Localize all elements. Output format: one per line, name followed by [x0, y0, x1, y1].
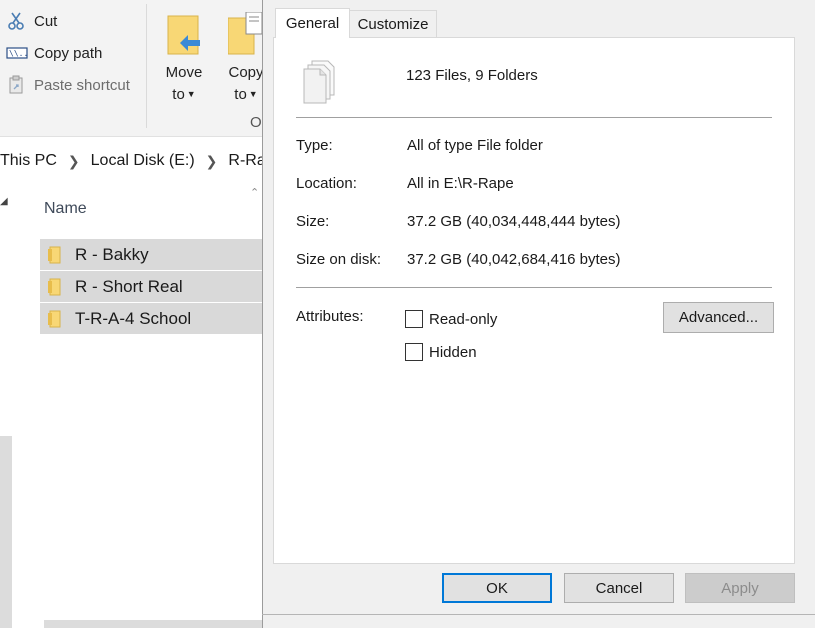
file-name: R - Bakky — [75, 244, 149, 264]
hidden-checkbox[interactable]: Hidden — [405, 343, 477, 361]
folder-icon — [48, 246, 62, 264]
cut-label: Cut — [34, 12, 58, 30]
advanced-button[interactable]: Advanced... — [663, 302, 774, 333]
general-tab-panel: 123 Files, 9 Folders Type: All of type F… — [273, 37, 795, 564]
checkbox-box[interactable] — [405, 310, 423, 328]
expand-arrow-icon[interactable]: ◢ — [0, 196, 8, 207]
move-to-label: Move — [165, 64, 203, 81]
multiple-files-icon — [300, 59, 340, 107]
folder-icon — [48, 310, 62, 328]
file-name: R - Short Real — [75, 276, 183, 296]
svg-text:\\...: \\... — [9, 49, 28, 58]
selection-summary: 123 Files, 9 Folders — [406, 67, 538, 84]
location-value: All in E:\R-Rape — [407, 175, 514, 192]
breadcrumb[interactable]: This PC ❯ Local Disk (E:) ❯ R-Ra — [0, 146, 262, 176]
location-label: Location: — [296, 175, 357, 192]
copy-path-icon: \\... — [6, 43, 33, 63]
file-name: T-R-A-4 School — [75, 308, 192, 328]
size-value: 37.2 GB (40,034,448,444 bytes) — [407, 213, 621, 230]
divider — [296, 117, 772, 118]
tab-customize[interactable]: Customize — [349, 10, 437, 38]
paste-shortcut-button[interactable]: Paste shortcut — [6, 73, 130, 97]
organize-group-label: O — [250, 114, 262, 131]
move-to-label-2: to ▼ — [172, 86, 196, 103]
size-label: Size: — [296, 213, 330, 230]
navigation-scrollbar[interactable] — [0, 436, 12, 628]
type-value: All of type File folder — [407, 137, 543, 154]
checkbox-box[interactable] — [405, 343, 423, 361]
read-only-checkbox[interactable]: Read-only — [405, 310, 497, 328]
size-on-disk-value: 37.2 GB (40,042,684,416 bytes) — [407, 251, 621, 268]
paste-shortcut-icon — [6, 75, 28, 95]
hidden-label: Hidden — [429, 343, 477, 361]
cancel-button[interactable]: Cancel — [564, 573, 674, 603]
sort-up-icon: ⌃ — [250, 187, 260, 199]
divider — [296, 287, 772, 288]
copy-to-icon — [227, 11, 263, 55]
properties-dialog: General Customize 123 Files, 9 Folders T… — [262, 0, 815, 628]
ok-button[interactable]: OK — [442, 573, 552, 603]
size-on-disk-label: Size on disk: — [296, 251, 382, 268]
horizontal-scrollbar[interactable] — [44, 620, 262, 628]
copy-path-button[interactable]: \\... Copy path — [6, 41, 102, 65]
chevron-right-icon: ❯ — [67, 152, 80, 169]
list-item[interactable]: R - Short Real — [40, 271, 262, 303]
dialog-bottom-border — [262, 614, 815, 615]
move-to-button[interactable]: Move to ▼ — [158, 8, 210, 108]
folder-icon — [48, 278, 62, 296]
attributes-label: Attributes: — [296, 308, 364, 325]
tab-general[interactable]: General — [275, 8, 350, 38]
read-only-label: Read-only — [429, 310, 498, 328]
breadcrumb-current-folder[interactable]: R-Ra — [228, 152, 262, 170]
column-header-name[interactable]: Name — [44, 200, 87, 218]
breadcrumb-local-disk[interactable]: Local Disk (E:) — [91, 152, 195, 170]
list-item[interactable]: T-R-A-4 School — [40, 303, 262, 335]
list-item[interactable]: R - Bakky — [40, 239, 262, 271]
paste-shortcut-label: Paste shortcut — [34, 76, 130, 94]
chevron-right-icon: ❯ — [205, 152, 218, 169]
scissors-icon — [6, 11, 28, 31]
cut-button[interactable]: Cut — [6, 9, 57, 33]
breadcrumb-this-pc[interactable]: This PC — [0, 152, 57, 170]
type-label: Type: — [296, 137, 333, 154]
apply-button[interactable]: Apply — [685, 573, 795, 603]
copy-path-label: Copy path — [34, 44, 103, 62]
move-to-icon — [166, 12, 200, 55]
ribbon-separator — [146, 4, 147, 128]
